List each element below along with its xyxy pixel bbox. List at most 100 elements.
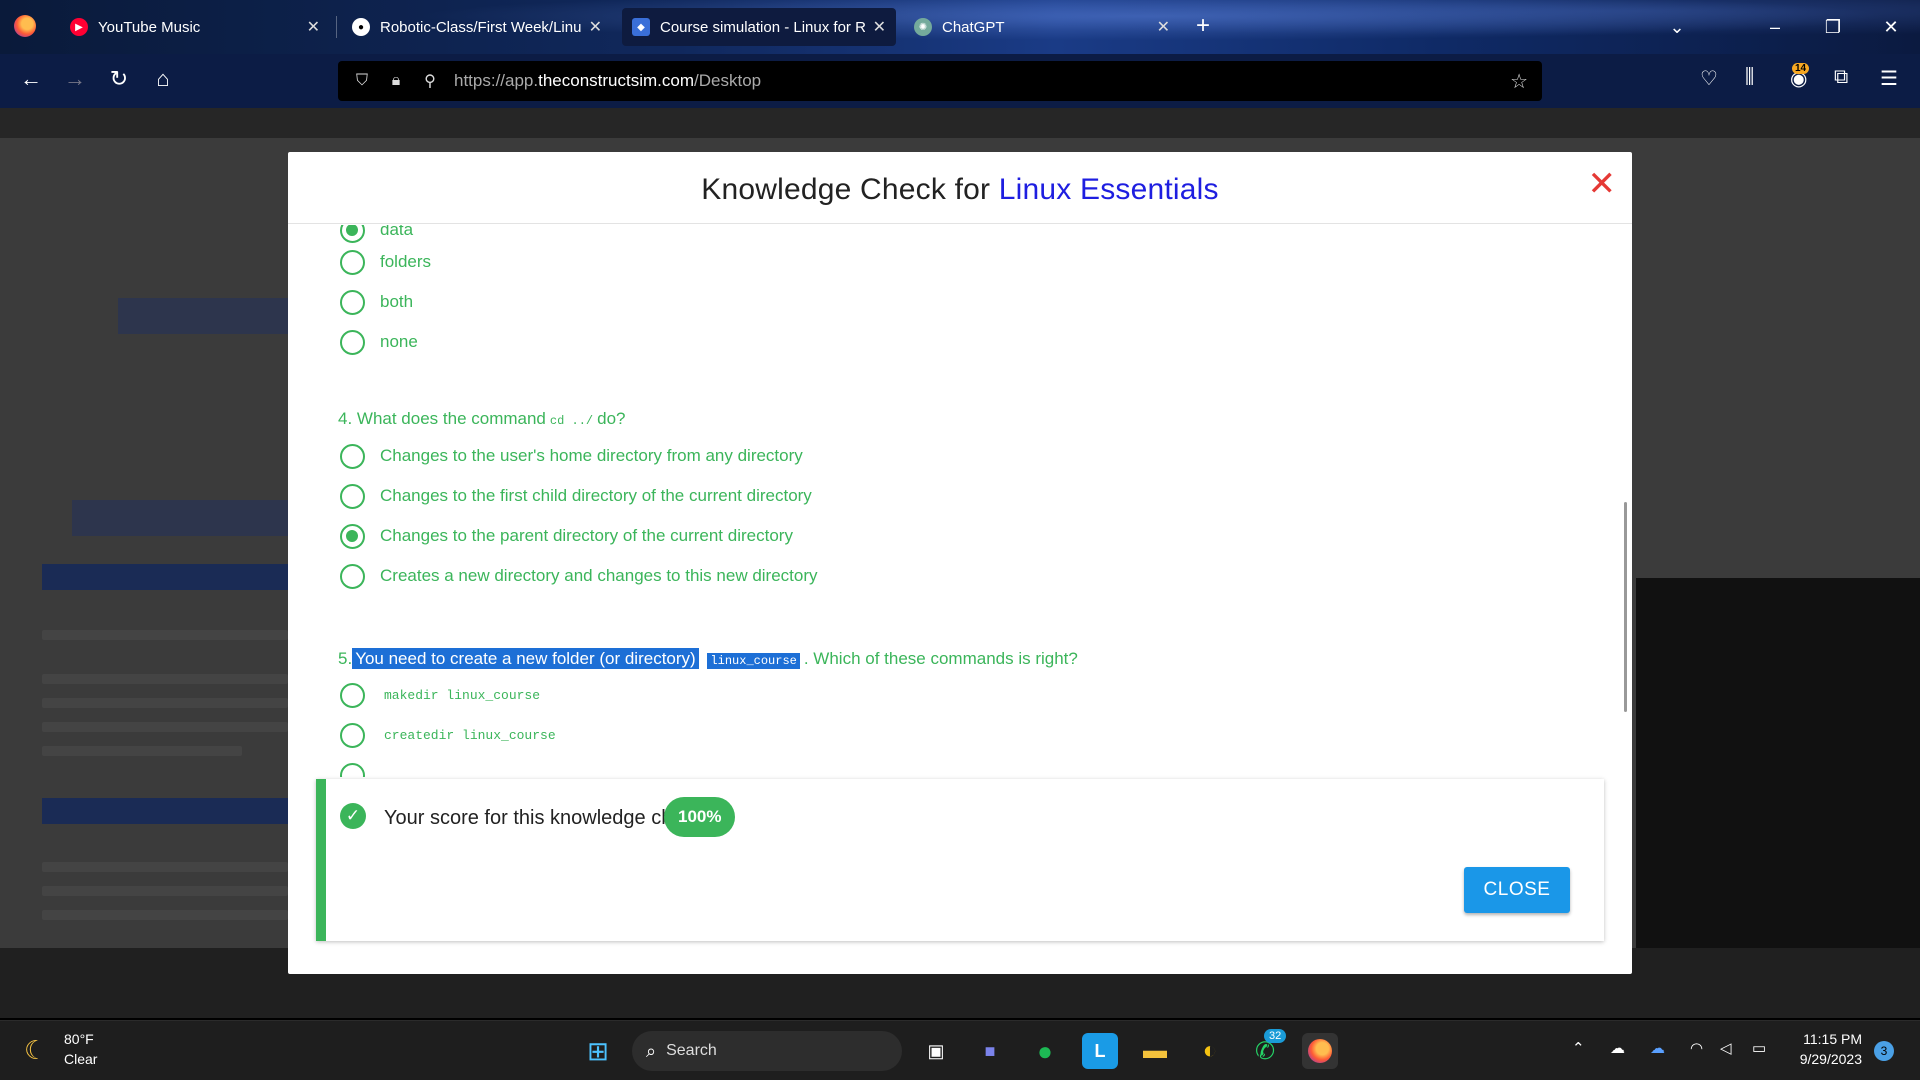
q3-option-data[interactable]: data: [340, 225, 413, 245]
question-text-selected: You need to create a new folder (or dire…: [352, 648, 699, 669]
modal-scrollbar[interactable]: [1624, 502, 1627, 712]
menu-icon[interactable]: ☰: [1880, 66, 1898, 91]
modal-title-prefix: Knowledge Check for: [701, 173, 999, 206]
tab-label: Robotic-Class/First Week/Linux: [380, 18, 581, 36]
question-code: cd ../: [549, 414, 594, 428]
url-text[interactable]: https://app.theconstructsim.com/Desktop: [454, 71, 761, 91]
q5-option-2[interactable]: createdir linux_course: [340, 720, 556, 750]
spotify-icon[interactable]: ●: [1027, 1033, 1063, 1069]
library-icon[interactable]: ⫼: [1745, 66, 1754, 89]
tab-course-simulation[interactable]: ◆ Course simulation - Linux for Ro ✕: [622, 8, 896, 46]
task-view-icon[interactable]: ▣: [918, 1033, 954, 1069]
tab-close-icon[interactable]: ✕: [873, 17, 886, 37]
volume-icon[interactable]: ◁: [1720, 1039, 1732, 1057]
q4-option-1[interactable]: Changes to the user's home directory fro…: [340, 441, 803, 471]
radio-selected[interactable]: [340, 225, 365, 243]
radio-selected[interactable]: [340, 523, 365, 549]
q4-option-4[interactable]: Creates a new directory and changes to t…: [340, 561, 818, 591]
q3-option-both[interactable]: both: [340, 287, 413, 317]
search-icon: ⌕: [646, 1040, 657, 1061]
option-label: none: [380, 332, 418, 351]
search-label: Search: [666, 1042, 717, 1059]
question-5: 5. You need to create a new folder (or di…: [338, 648, 1078, 669]
tab-list-icon[interactable]: ⌄: [1648, 0, 1706, 54]
clock-date[interactable]: 9/29/2023: [1788, 1051, 1862, 1067]
tab-chatgpt[interactable]: ✺ ChatGPT ✕: [904, 8, 1180, 46]
firefox-icon[interactable]: [14, 15, 36, 37]
clock-time[interactable]: 11:15 PM: [1796, 1031, 1862, 1047]
tab-youtube-music[interactable]: ▶ YouTube Music ✕: [60, 8, 330, 46]
weather-temperature[interactable]: 80°F: [64, 1031, 94, 1047]
q4-option-3[interactable]: Changes to the parent directory of the c…: [340, 521, 793, 551]
url-domain: theconstructsim.com: [538, 71, 695, 90]
radio-unselected[interactable]: [340, 329, 365, 355]
restore-icon[interactable]: ❐: [1804, 0, 1862, 54]
radio-unselected[interactable]: [340, 289, 365, 315]
radio-unselected[interactable]: [340, 443, 365, 469]
firefox-taskbar-icon[interactable]: [1302, 1033, 1338, 1069]
home-icon[interactable]: ⌂: [148, 66, 178, 92]
radio-unselected[interactable]: [340, 483, 365, 509]
tab-close-icon[interactable]: ✕: [589, 17, 602, 37]
wifi-icon[interactable]: ◠: [1690, 1039, 1703, 1057]
taskbar-search[interactable]: ⌕ Search: [632, 1031, 902, 1071]
file-explorer-icon[interactable]: ▬: [1137, 1033, 1173, 1069]
l-app-icon[interactable]: L: [1082, 1033, 1118, 1069]
option-label: Changes to the user's home directory fro…: [380, 446, 803, 465]
permissions-icon[interactable]: ⚲: [420, 71, 440, 91]
close-button[interactable]: CLOSE: [1464, 867, 1570, 913]
forward-icon[interactable]: →: [60, 66, 90, 92]
network-status-icon[interactable]: ☁: [1650, 1039, 1665, 1057]
lock-icon[interactable]: 🔒︎: [386, 72, 406, 90]
github-icon: ●: [352, 18, 370, 36]
option-label: folders: [380, 252, 432, 271]
tab-github[interactable]: ● Robotic-Class/First Week/Linux ✕: [342, 8, 612, 46]
radio-unselected[interactable]: [340, 682, 365, 708]
windows-start-icon[interactable]: ⊞: [580, 1033, 616, 1069]
knowledge-check-modal: Knowledge Check for Linux Essentials ✕ d…: [288, 152, 1632, 974]
bookmark-star-icon[interactable]: ☆: [1510, 69, 1528, 94]
modal-close-icon[interactable]: ✕: [1588, 167, 1617, 201]
battery-icon[interactable]: ▭: [1752, 1039, 1766, 1057]
teams-chat-icon[interactable]: ■: [972, 1033, 1008, 1069]
question-code: linux_course: [707, 653, 800, 669]
notification-badge[interactable]: 3: [1874, 1041, 1894, 1061]
question-text-suffix: do?: [597, 409, 626, 428]
new-tab-button[interactable]: +: [1196, 12, 1210, 40]
construct-icon: ◆: [632, 18, 650, 36]
shield-icon[interactable]: ⛉: [352, 72, 372, 90]
modal-header: Knowledge Check for Linux Essentials ✕: [288, 152, 1632, 224]
tab-label: ChatGPT: [942, 18, 1005, 36]
q3-option-folders[interactable]: folders: [340, 247, 431, 277]
show-hidden-icons-icon[interactable]: ⌃: [1572, 1039, 1585, 1057]
q4-option-2[interactable]: Changes to the first child directory of …: [340, 481, 812, 511]
radio-unselected[interactable]: [340, 762, 365, 777]
app-icon[interactable]: ◐: [1192, 1033, 1228, 1069]
check-circle-icon: ✓: [340, 803, 366, 829]
onedrive-icon[interactable]: ☁: [1610, 1039, 1625, 1057]
radio-unselected[interactable]: [340, 563, 365, 589]
pocket-icon[interactable]: ♡: [1700, 66, 1718, 91]
url-prefix: https://app.: [454, 71, 539, 90]
tab-close-icon[interactable]: ✕: [1157, 17, 1170, 37]
q3-option-none[interactable]: none: [340, 327, 418, 357]
window-close-icon[interactable]: ✕: [1862, 0, 1920, 54]
youtube-music-icon: ▶: [70, 18, 88, 36]
tab-label: YouTube Music: [98, 18, 201, 36]
window-controls: ⌄ – ❐ ✕: [1648, 0, 1920, 54]
address-bar[interactable]: ⛉ 🔒︎ ⚲ https://app.theconstructsim.com/D…: [338, 61, 1542, 101]
tab-label: Course simulation - Linux for Ro: [660, 18, 865, 36]
minimize-icon[interactable]: –: [1746, 0, 1804, 54]
back-icon[interactable]: ←: [16, 66, 46, 92]
moon-weather-icon[interactable]: ☾: [24, 1035, 47, 1066]
tab-close-icon[interactable]: ✕: [307, 17, 320, 37]
q5-option-3-partial[interactable]: [340, 760, 365, 777]
reload-icon[interactable]: ↻: [104, 66, 134, 92]
weather-description[interactable]: Clear: [64, 1051, 97, 1067]
radio-unselected[interactable]: [340, 722, 365, 748]
radio-unselected[interactable]: [340, 249, 365, 275]
q5-option-1[interactable]: makedir linux_course: [340, 680, 540, 710]
extensions-puzzle-icon[interactable]: ⧉: [1834, 66, 1848, 89]
questions-scroll-area[interactable]: data folders both none 4. What does the …: [288, 225, 1632, 777]
option-label: both: [380, 292, 414, 311]
